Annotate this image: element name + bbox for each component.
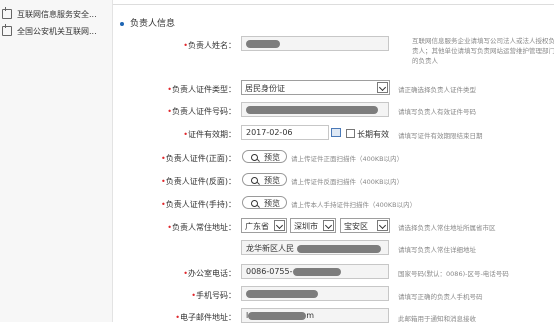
id-number-label: •负责人证件号码： bbox=[167, 107, 236, 116]
city-select[interactable]: 深圳市 bbox=[290, 218, 336, 233]
id-back-hint: 请上传证件反面扫描件（400KB以内） bbox=[291, 178, 404, 186]
chevron-down-icon bbox=[323, 220, 334, 231]
address-hint: 请选择负责人常住地址所属省市区 bbox=[398, 224, 496, 232]
validity-hint: 请填写证件有效期限结束日期 bbox=[398, 132, 483, 140]
sidebar-item-public-security[interactable]: 全国公安机关互联网... bbox=[2, 24, 97, 38]
address-detail-hint: 请填写负责人常住详细地址 bbox=[398, 246, 476, 254]
top-divider bbox=[113, 0, 554, 5]
id-back-preview-button[interactable]: 预览 bbox=[242, 173, 287, 186]
search-icon bbox=[251, 154, 258, 161]
address-detail-field[interactable]: 龙华新区人民 bbox=[241, 240, 389, 255]
email-field[interactable]: lm bbox=[241, 308, 389, 323]
id-hand-label: •负责人证件(手持)： bbox=[161, 200, 236, 209]
id-type-hint: 请正确选择负责人证件类型 bbox=[398, 86, 476, 94]
bullet-icon bbox=[120, 21, 124, 26]
long-term-checkbox[interactable] bbox=[346, 129, 355, 138]
document-icon bbox=[2, 7, 12, 19]
search-icon bbox=[251, 200, 258, 207]
section-title: 负责人信息 bbox=[120, 16, 175, 29]
id-front-label: •负责人证件(正面)： bbox=[161, 154, 236, 163]
calendar-icon[interactable] bbox=[331, 128, 341, 137]
id-type-label: •负责人证件类型： bbox=[167, 85, 236, 94]
province-select[interactable]: 广东省 bbox=[241, 218, 287, 233]
id-back-label: •负责人证件(反面)： bbox=[161, 177, 236, 186]
office-phone-field[interactable]: 0086-0755- bbox=[241, 264, 389, 279]
sidebar-item-label: 互联网信息服务安全... bbox=[17, 9, 97, 19]
address-label: •负责人常住地址： bbox=[167, 223, 236, 232]
id-number-field[interactable] bbox=[241, 102, 389, 117]
id-hand-hint: 请上传本人手持证件扫描件（400KB以内） bbox=[291, 201, 417, 209]
id-type-select[interactable]: 居民身份证 bbox=[241, 80, 390, 95]
mobile-hint: 请填写正确的负责人手机号码 bbox=[398, 293, 483, 301]
sidebar-item-label: 全国公安机关互联网... bbox=[17, 26, 97, 36]
search-icon bbox=[251, 177, 258, 184]
id-front-hint: 请上传证件正面扫描件（400KB以内） bbox=[291, 155, 404, 163]
validity-label: •证件有效期： bbox=[183, 130, 236, 139]
email-label: •电子邮件地址： bbox=[175, 313, 236, 322]
document-icon bbox=[2, 24, 12, 36]
validity-date-field[interactable]: 2017-02-06 bbox=[241, 125, 329, 140]
office-phone-label: •办公室电话： bbox=[183, 269, 236, 278]
chevron-down-icon bbox=[377, 82, 388, 93]
chevron-down-icon bbox=[274, 220, 285, 231]
id-hand-preview-button[interactable]: 预览 bbox=[242, 196, 287, 209]
mobile-field[interactable] bbox=[241, 286, 389, 301]
office-phone-hint: 国家号码(默认：0086)-区号-电话号码 bbox=[398, 270, 509, 278]
sidebar-item-internet-security[interactable]: 互联网信息服务安全... bbox=[2, 7, 97, 21]
sidebar: 互联网信息服务安全... 全国公安机关互联网... bbox=[0, 0, 113, 322]
id-front-preview-button[interactable]: 预览 bbox=[242, 150, 287, 163]
name-field[interactable] bbox=[241, 36, 389, 51]
name-hint: 互联网信息服务企业请填写公司法人或法人授权负责人；其他单位请填写负责网站运营维护… bbox=[412, 37, 554, 65]
district-select[interactable]: 宝安区 bbox=[340, 218, 390, 233]
chevron-down-icon bbox=[377, 220, 388, 231]
long-term-label: 长期有效 bbox=[357, 130, 389, 139]
mobile-label: •手机号码： bbox=[191, 291, 236, 300]
name-label: •负责人姓名： bbox=[183, 41, 236, 50]
id-number-hint: 请填写负责人有效证件号码 bbox=[398, 108, 476, 116]
